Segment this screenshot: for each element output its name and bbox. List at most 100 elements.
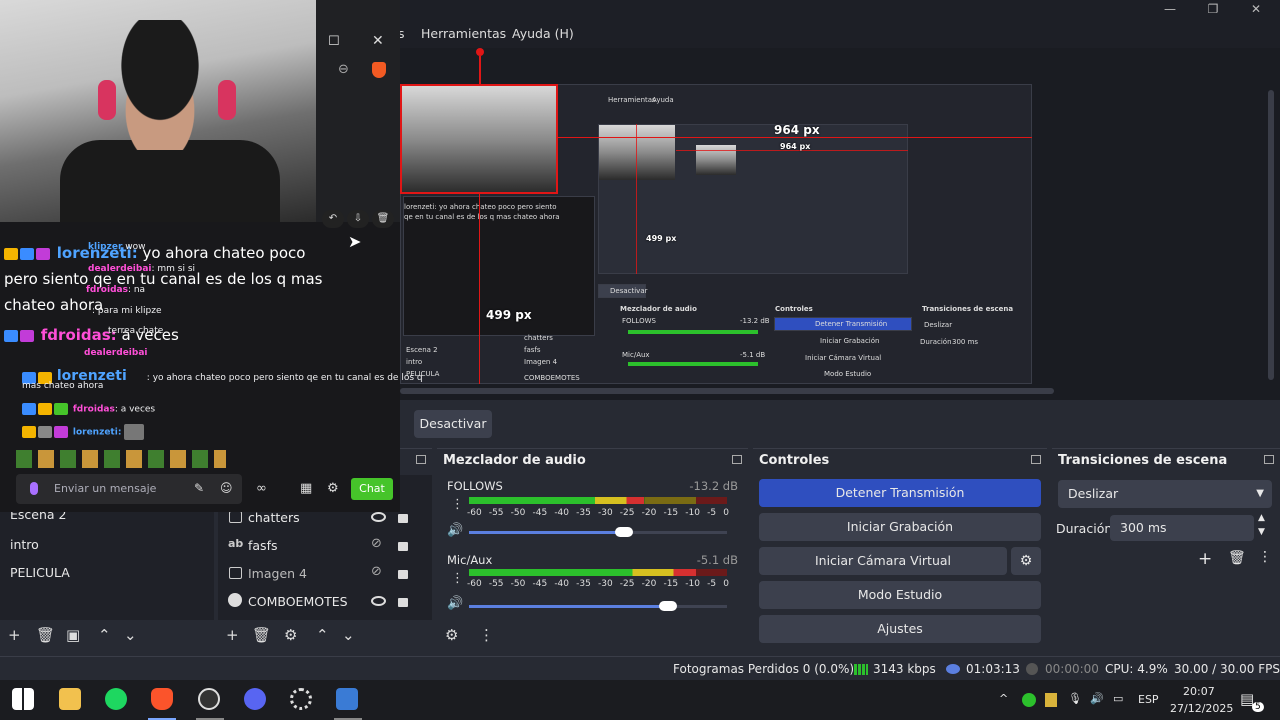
kebab-menu-icon[interactable]: ⋮ [451, 497, 464, 512]
horizontal-scrollbar[interactable] [400, 388, 1054, 394]
brave-browser-icon[interactable] [151, 688, 173, 710]
mixer-settings-icon[interactable]: ⚙ [445, 626, 458, 644]
close-icon[interactable]: ✕ [372, 33, 384, 49]
discord-icon[interactable] [244, 688, 266, 710]
volume-icon[interactable]: 🔊 [447, 596, 463, 611]
deactivate-button[interactable]: Desactivar [414, 410, 492, 438]
lock-icon[interactable] [398, 542, 408, 551]
emoji-icon[interactable]: ☺ [220, 481, 233, 495]
dock-float-icon[interactable] [416, 455, 426, 464]
remove-scene-icon[interactable]: 🗑 [36, 626, 55, 644]
lock-icon[interactable] [398, 514, 408, 523]
kebab-menu-icon[interactable]: ⋮ [451, 571, 464, 586]
spin-up-icon[interactable]: ▲ [1258, 513, 1265, 523]
trash-icon[interactable]: 🗑 [372, 210, 394, 228]
windows-start-icon[interactable] [12, 688, 34, 710]
menu-item-tools[interactable]: Herramientas [421, 26, 506, 41]
rotation-handle[interactable] [476, 48, 484, 56]
chat-username[interactable]: fdroidas: [41, 326, 117, 344]
volume-knob[interactable] [614, 527, 633, 537]
chat-username[interactable]: dealerdeibai [88, 264, 151, 274]
move-up-icon[interactable]: ⌃ [98, 626, 111, 644]
brave-shield-icon[interactable] [372, 62, 386, 78]
lock-icon[interactable] [398, 598, 408, 607]
volume-knob[interactable] [658, 601, 677, 611]
clock-date[interactable]: 27/12/2025 [1170, 702, 1233, 715]
tray-chevron-icon[interactable]: ^ [999, 692, 1008, 705]
app-window-icon[interactable] [336, 688, 358, 710]
source-down-icon[interactable]: ⌄ [342, 626, 355, 644]
volume-slider[interactable] [469, 601, 727, 611]
settings-gear-icon[interactable] [290, 688, 312, 710]
chat-username[interactable]: lorenzeti: [73, 428, 122, 438]
eye-hidden-icon[interactable]: ⊘ [371, 564, 382, 579]
emote-bar[interactable] [16, 450, 226, 468]
duration-input[interactable]: 300 ms [1110, 515, 1254, 541]
chat-username[interactable]: dealerdeibai [84, 348, 147, 358]
start-virtual-camera-button[interactable]: Iniciar Cámara Virtual [759, 547, 1007, 575]
spin-down-icon[interactable]: ▼ [1258, 527, 1265, 537]
transition-select[interactable]: Deslizar ▼ [1058, 480, 1272, 508]
dock-float-icon[interactable] [732, 455, 742, 464]
pin-icon[interactable]: ⇩ [347, 210, 369, 228]
dock-float-icon[interactable] [1264, 455, 1274, 464]
minimize-icon[interactable]: — [1160, 2, 1180, 16]
fps: 30.00 / 30.00 FPS [1174, 662, 1280, 676]
tray-app-icon[interactable] [1022, 693, 1036, 707]
transition-menu-icon[interactable]: ⋮ [1258, 549, 1272, 565]
eye-hidden-icon[interactable]: ⊘ [371, 536, 382, 551]
remove-transition-icon[interactable]: 🗑 [1228, 550, 1246, 566]
scene-item-intro[interactable]: intro [10, 537, 39, 552]
studio-mode-button[interactable]: Modo Estudio [759, 581, 1041, 609]
move-down-icon[interactable]: ⌄ [124, 626, 137, 644]
chat-username[interactable]: fdroidas [86, 285, 128, 295]
add-transition-icon[interactable]: + [1198, 549, 1212, 569]
virtual-camera-settings-icon[interactable]: ⚙ [1011, 547, 1041, 575]
volume-icon[interactable]: 🔊 [447, 523, 463, 538]
maximize-icon[interactable]: ❐ [1203, 2, 1223, 16]
language-indicator[interactable]: ESP [1138, 693, 1159, 706]
clock-time[interactable]: 20:07 [1183, 685, 1215, 698]
chat-username[interactable]: klipzer [88, 242, 122, 252]
close-icon[interactable]: ✕ [1246, 2, 1266, 16]
preview-canvas[interactable]: Herramientas Ayuda lorenzeti: yo ahora c… [400, 84, 1032, 384]
filters-icon[interactable]: ▣ [66, 626, 80, 644]
network-tray-icon[interactable]: ▭ [1113, 692, 1123, 705]
store-icon[interactable]: ▦ [300, 481, 312, 496]
remove-source-icon[interactable]: 🗑 [252, 626, 271, 644]
start-recording-button[interactable]: Iniciar Grabación [759, 513, 1041, 541]
lock-icon[interactable] [398, 570, 408, 579]
file-explorer-icon[interactable] [59, 688, 81, 710]
speaker-tray-icon[interactable]: 🔊 [1090, 692, 1104, 705]
zoom-icon[interactable]: ⊖ [338, 62, 349, 77]
tray-app-icon-2[interactable] [1045, 693, 1057, 707]
add-scene-icon[interactable]: + [8, 626, 21, 644]
dock-float-icon[interactable] [1031, 455, 1041, 464]
eye-icon[interactable] [371, 512, 386, 522]
settings-button[interactable]: Ajustes [759, 615, 1041, 643]
scene-item-pelicula[interactable]: PELICULA [10, 565, 70, 580]
undo-icon[interactable]: ↶ [322, 210, 344, 228]
eye-icon[interactable] [371, 596, 386, 606]
source-up-icon[interactable]: ⌃ [316, 626, 329, 644]
stop-stream-button[interactable]: Detener Transmisión [759, 479, 1041, 507]
vertical-scrollbar[interactable] [1268, 90, 1274, 380]
obs-icon[interactable] [198, 688, 220, 710]
volume-slider[interactable] [469, 527, 727, 537]
spotify-icon[interactable] [105, 688, 127, 710]
add-source-icon[interactable]: + [226, 626, 239, 644]
mixer-menu-icon[interactable]: ⋮ [479, 626, 494, 644]
maximize-icon[interactable]: ☐ [328, 34, 340, 49]
chat-input[interactable]: Enviar un mensaje ✎ ☺ [16, 474, 242, 504]
source-properties-icon[interactable]: ⚙ [284, 626, 297, 644]
menu-item-help[interactable]: Ayuda (H) [512, 26, 574, 41]
microphone-tray-icon[interactable]: 🎙 [1068, 692, 1082, 705]
nested-menu-tools: Herramientas [608, 96, 656, 104]
translate-icon[interactable]: ✎ [194, 481, 204, 495]
chat-settings-icon[interactable]: ⚙ [327, 481, 339, 496]
nested-source-1: chatters [524, 334, 553, 342]
chat-send-button[interactable]: Chat [351, 478, 393, 500]
microphone-icon[interactable] [30, 482, 38, 495]
bits-icon[interactable]: ∞ [256, 481, 267, 496]
chat-username[interactable]: fdroidas [73, 405, 115, 415]
